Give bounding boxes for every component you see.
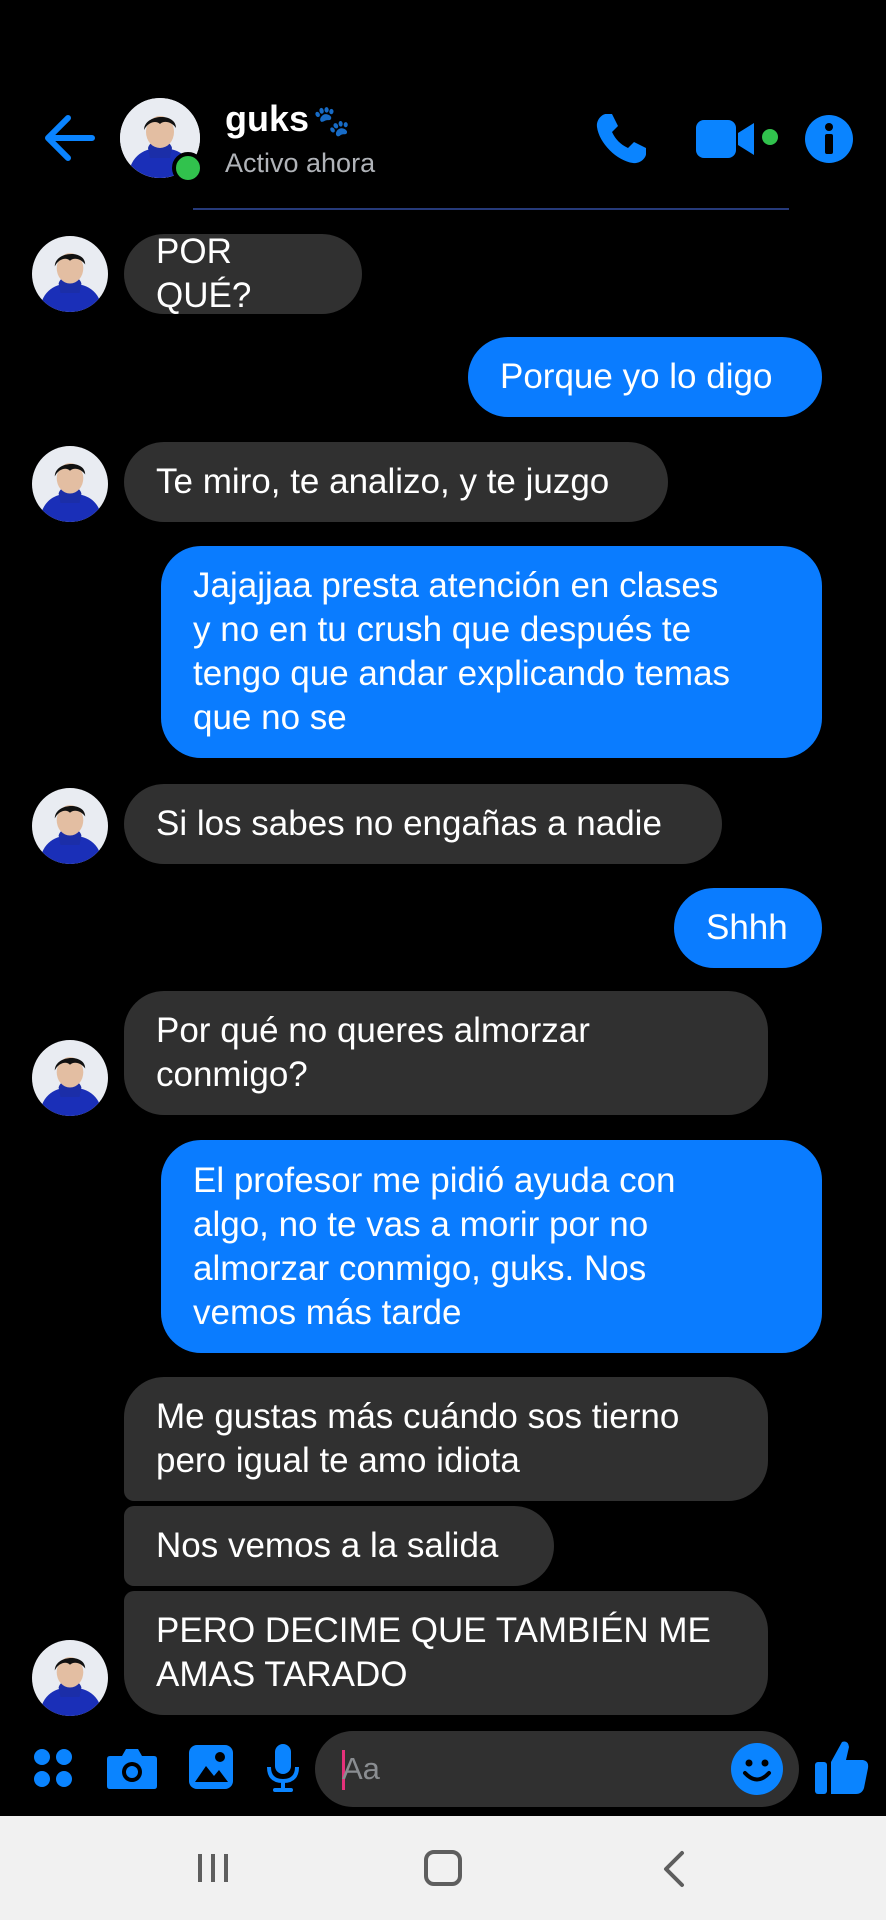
- chat-header: guks 🐾 Activo ahora: [0, 0, 886, 212]
- sender-avatar[interactable]: [32, 446, 108, 522]
- video-active-dot: [762, 129, 778, 145]
- message-bubble-incoming[interactable]: PERO DECIME QUE TAMBIÉN ME AMAS TARADO: [124, 1591, 768, 1715]
- info-icon[interactable]: [804, 114, 854, 164]
- microphone-icon[interactable]: [266, 1743, 300, 1793]
- online-indicator: [172, 152, 204, 184]
- image-icon[interactable]: [188, 1744, 234, 1790]
- camera-icon[interactable]: [106, 1746, 158, 1790]
- apps-grid-icon[interactable]: [33, 1748, 73, 1788]
- message-bubble-incoming[interactable]: Por qué no queres almorzar conmigo?: [124, 991, 768, 1115]
- contact-name-text: guks: [225, 98, 310, 139]
- sender-avatar[interactable]: [32, 1040, 108, 1116]
- thumbs-up-icon[interactable]: [814, 1738, 870, 1796]
- message-bubble-outgoing[interactable]: Shhh: [674, 888, 822, 968]
- presence-status: Activo ahora: [225, 148, 376, 178]
- message-bubble-outgoing[interactable]: Porque yo lo digo: [468, 337, 822, 417]
- phone-icon[interactable]: [592, 110, 650, 168]
- sender-avatar[interactable]: [32, 1640, 108, 1716]
- home-icon[interactable]: [424, 1850, 462, 1886]
- emoji-icon[interactable]: [730, 1742, 784, 1796]
- recent-apps-icon[interactable]: [196, 1852, 230, 1884]
- message-bubble-outgoing[interactable]: Jajajjaa presta atención en clases y no …: [161, 546, 822, 758]
- video-camera-icon[interactable]: [696, 118, 758, 160]
- sender-avatar[interactable]: [32, 788, 108, 864]
- sender-avatar[interactable]: [32, 236, 108, 312]
- contact-name[interactable]: guks 🐾: [225, 98, 350, 140]
- header-divider: [193, 208, 789, 210]
- nav-back-icon[interactable]: [660, 1850, 688, 1888]
- message-input-placeholder: Aa: [342, 1751, 380, 1786]
- back-arrow-icon[interactable]: [40, 112, 96, 164]
- paw-emoji: 🐾: [313, 105, 351, 138]
- message-bubble-incoming[interactable]: POR QUÉ?: [124, 232, 362, 315]
- message-bubble-incoming[interactable]: Te miro, te analizo, y te juzgo: [124, 442, 668, 522]
- message-input[interactable]: [315, 1731, 799, 1807]
- message-bubble-outgoing[interactable]: El profesor me pidió ayuda con algo, no …: [161, 1140, 822, 1353]
- message-bubble-incoming[interactable]: Nos vemos a la salida: [124, 1506, 554, 1586]
- message-bubble-incoming[interactable]: Si los sabes no engañas a nadie: [124, 784, 722, 864]
- message-bubble-incoming[interactable]: Me gustas más cuándo sos tierno pero igu…: [124, 1377, 768, 1501]
